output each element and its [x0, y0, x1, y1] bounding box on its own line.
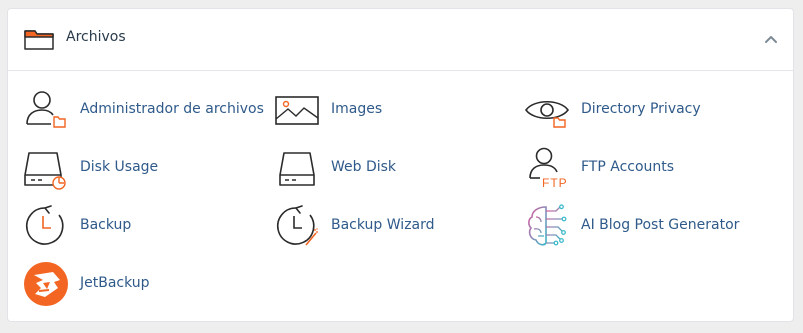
tool-label: Administrador de archivos [80, 101, 264, 117]
ai-brain-icon [528, 204, 567, 246]
tool-label: JetBackup [80, 275, 150, 291]
tool-label: Images [331, 101, 383, 117]
archivos-panel: Archivos Administrador de archivos Image… [7, 8, 794, 322]
tool-label: Disk Usage [80, 159, 159, 175]
tool-ftp-accounts[interactable]: FTP FTP Accounts [524, 145, 724, 191]
tool-web-disk[interactable]: Web Disk [274, 145, 474, 191]
tool-backup-wizard[interactable]: Backup Wizard [274, 203, 474, 249]
tool-images[interactable]: Images [274, 87, 474, 133]
tool-label: AI Blog Post Generator [581, 217, 740, 233]
panel-title: Archivos [66, 29, 126, 45]
tool-label: Web Disk [331, 159, 397, 175]
disk-usage-icon [24, 152, 66, 190]
tool-label: Backup [80, 217, 132, 233]
tool-label: Directory Privacy [581, 101, 701, 117]
directory-privacy-icon [525, 100, 569, 128]
jetbackup-logo-icon [24, 262, 68, 306]
ftp-accounts-icon: FTP [529, 147, 568, 190]
backup-icon [25, 205, 64, 245]
tool-directory-privacy[interactable]: Directory Privacy [524, 87, 764, 133]
tool-label: FTP Accounts [581, 159, 675, 175]
tool-backup[interactable]: Backup [23, 203, 223, 249]
tool-file-manager[interactable]: Administrador de archivos [23, 87, 264, 133]
backup-wizard-icon [276, 205, 318, 246]
folder-icon [24, 30, 54, 50]
ftp-icon-text: FTP [542, 176, 568, 190]
tool-label: Backup Wizard [331, 217, 435, 233]
file-manager-icon [26, 91, 66, 128]
images-icon [275, 96, 319, 125]
tool-jetbackup[interactable]: JetBackup [23, 261, 223, 307]
web-disk-icon [279, 152, 315, 186]
panel-header[interactable]: Archivos [8, 9, 793, 71]
chevron-up-icon[interactable] [763, 33, 779, 45]
tool-disk-usage[interactable]: Disk Usage [23, 145, 223, 191]
tool-ai-blog-post-generator[interactable]: AI Blog Post Generator [524, 203, 764, 249]
